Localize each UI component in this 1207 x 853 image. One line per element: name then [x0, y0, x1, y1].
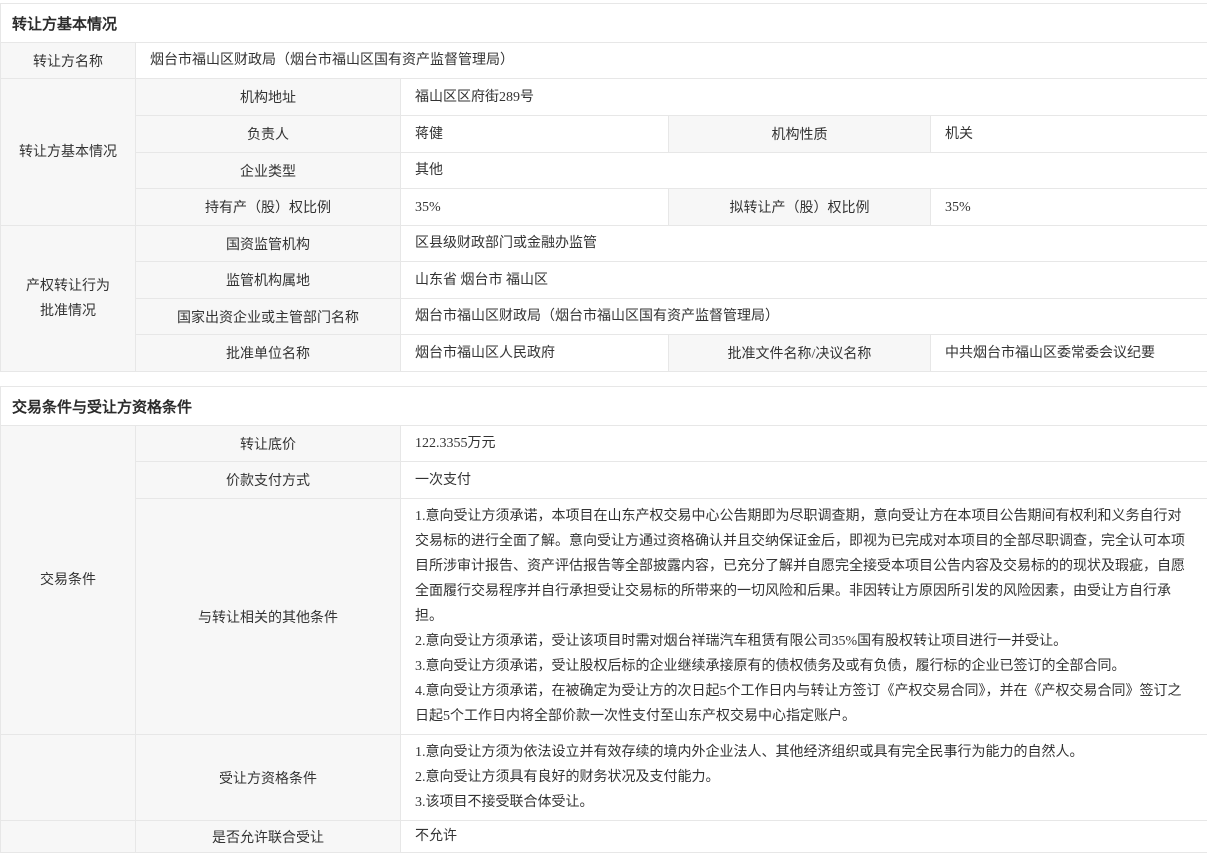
trade-conditions-table: 交易条件与受让方资格条件 交易条件 转让底价 122.3355万元 价款支付方式…	[0, 386, 1207, 853]
org-address-label: 机构地址	[136, 79, 401, 116]
org-nature-value: 机关	[931, 116, 1207, 153]
regulator-value: 区县级财政部门或金融办监管	[401, 226, 1207, 262]
group-cell-trade-conditions: 交易条件	[1, 426, 136, 735]
joint-transfer-group-cell	[1, 821, 136, 853]
section-title-trade-conditions: 交易条件与受让方资格条件	[1, 387, 1207, 426]
approval-unit-label: 批准单位名称	[136, 335, 401, 372]
transferor-basic-info-table: 转让方基本情况 转让方名称 烟台市福山区财政局（烟台市福山区国有资产监督管理局）…	[0, 3, 1207, 372]
approval-doc-label: 批准文件名称/决议名称	[669, 335, 931, 372]
regulator-label: 国资监管机构	[136, 226, 401, 262]
qualification-label: 受让方资格条件	[136, 735, 401, 821]
approval-unit-value: 烟台市福山区人民政府	[401, 335, 669, 372]
org-nature-label: 机构性质	[669, 116, 931, 153]
transfer-notice-page: 转让方基本情况 转让方名称 烟台市福山区财政局（烟台市福山区国有资产监督管理局）…	[0, 0, 1207, 853]
joint-transfer-label: 是否允许联合受让	[136, 821, 401, 853]
other-conditions-value: 1.意向受让方须承诺，本项目在山东产权交易中心公告期即为尽职调查期，意向受让方在…	[401, 499, 1207, 735]
approval-doc-value: 中共烟台市福山区委常委会议纪要	[931, 335, 1207, 372]
other-conditions-label: 与转让相关的其他条件	[136, 499, 401, 735]
group-cell-transferor-basic-info: 转让方基本情况	[1, 79, 136, 226]
org-address-value: 福山区区府街289号	[401, 79, 1207, 116]
qualification-group-cell	[1, 735, 136, 821]
floor-price-label: 转让底价	[136, 426, 401, 462]
holding-ratio-label: 持有产（股）权比例	[136, 189, 401, 226]
payment-method-label: 价款支付方式	[136, 462, 401, 499]
transferor-name-value: 烟台市福山区财政局（烟台市福山区国有资产监督管理局）	[136, 43, 1207, 79]
floor-price-value: 122.3355万元	[401, 426, 1207, 462]
enterprise-type-label: 企业类型	[136, 153, 401, 189]
group-cell-approval-status: 产权转让行为 批准情况	[1, 226, 136, 372]
payment-method-value: 一次支付	[401, 462, 1207, 499]
transfer-ratio-label: 拟转让产（股）权比例	[669, 189, 931, 226]
regulator-location-label: 监管机构属地	[136, 262, 401, 299]
state-funded-enterprise-label: 国家出资企业或主管部门名称	[136, 299, 401, 335]
regulator-location-value: 山东省 烟台市 福山区	[401, 262, 1207, 299]
section-title-transferor-basic-info: 转让方基本情况	[1, 4, 1207, 43]
enterprise-type-value: 其他	[401, 153, 1207, 189]
state-funded-enterprise-value: 烟台市福山区财政局（烟台市福山区国有资产监督管理局）	[401, 299, 1207, 335]
transferor-name-label: 转让方名称	[1, 43, 136, 79]
principal-value: 蒋健	[401, 116, 669, 153]
principal-label: 负责人	[136, 116, 401, 153]
holding-ratio-value: 35%	[401, 189, 669, 226]
qualification-value: 1.意向受让方须为依法设立并有效存续的境内外企业法人、其他经济组织或具有完全民事…	[401, 735, 1207, 821]
joint-transfer-value: 不允许	[401, 821, 1207, 853]
transfer-ratio-value: 35%	[931, 189, 1207, 226]
section-gap	[0, 372, 1207, 386]
